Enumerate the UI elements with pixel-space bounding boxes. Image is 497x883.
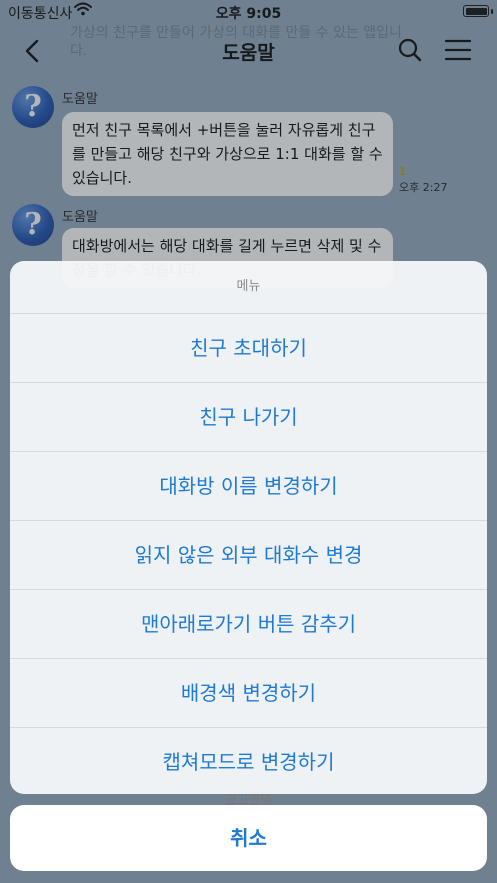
cancel-button[interactable]: 취소 (10, 805, 487, 871)
change-background-button[interactable]: 배경색 변경하기 (10, 659, 487, 728)
leave-friend-button[interactable]: 친구 나가기 (10, 383, 487, 452)
action-sheet-title: 메뉴 (10, 261, 487, 314)
change-unread-count-button[interactable]: 읽지 않은 외부 대화수 변경 (10, 521, 487, 590)
invite-friend-button[interactable]: 친구 초대하기 (10, 314, 487, 383)
rename-chat-button[interactable]: 대화방 이름 변경하기 (10, 452, 487, 521)
capture-mode-button[interactable]: 캡쳐모드로 변경하기 (10, 728, 487, 794)
action-sheet: 메뉴 친구 초대하기 친구 나가기 대화방 이름 변경하기 읽지 않은 외부 대… (10, 261, 487, 794)
hide-scroll-bottom-button[interactable]: 맨아래로가기 버튼 감추기 (10, 590, 487, 659)
